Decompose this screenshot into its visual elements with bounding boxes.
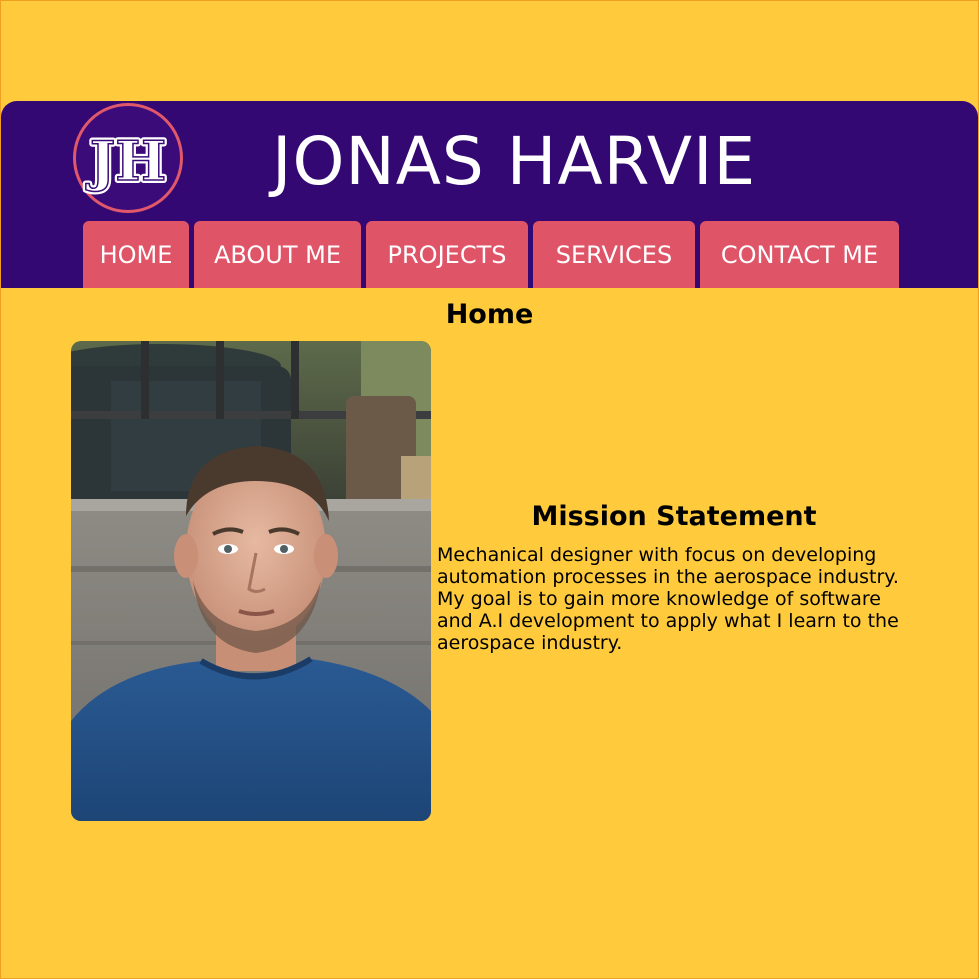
profile-photo-graphic bbox=[71, 341, 431, 821]
page-title: Home bbox=[445, 299, 534, 330]
nav-home[interactable]: HOME bbox=[83, 221, 189, 288]
mission-statement-text: Mechanical designer with focus on develo… bbox=[437, 544, 899, 654]
nav-contact-me[interactable]: CONTACT ME bbox=[700, 221, 899, 288]
nav-services[interactable]: SERVICES bbox=[533, 221, 695, 288]
mission-statement-heading: Mission Statement bbox=[531, 501, 817, 532]
site-title: JONAS HARVIE bbox=[272, 123, 757, 200]
nav-projects[interactable]: PROJECTS bbox=[366, 221, 528, 288]
profile-photo bbox=[71, 341, 431, 821]
jh-logo-graphic: JH JH bbox=[83, 126, 170, 196]
main-nav: HOME ABOUT ME PROJECTS SERVICES CONTACT … bbox=[0, 221, 979, 288]
nav-about-me[interactable]: ABOUT ME bbox=[194, 221, 361, 288]
logo-monogram: JH bbox=[86, 129, 167, 193]
jh-logo-icon[interactable]: JH JH bbox=[73, 103, 183, 213]
